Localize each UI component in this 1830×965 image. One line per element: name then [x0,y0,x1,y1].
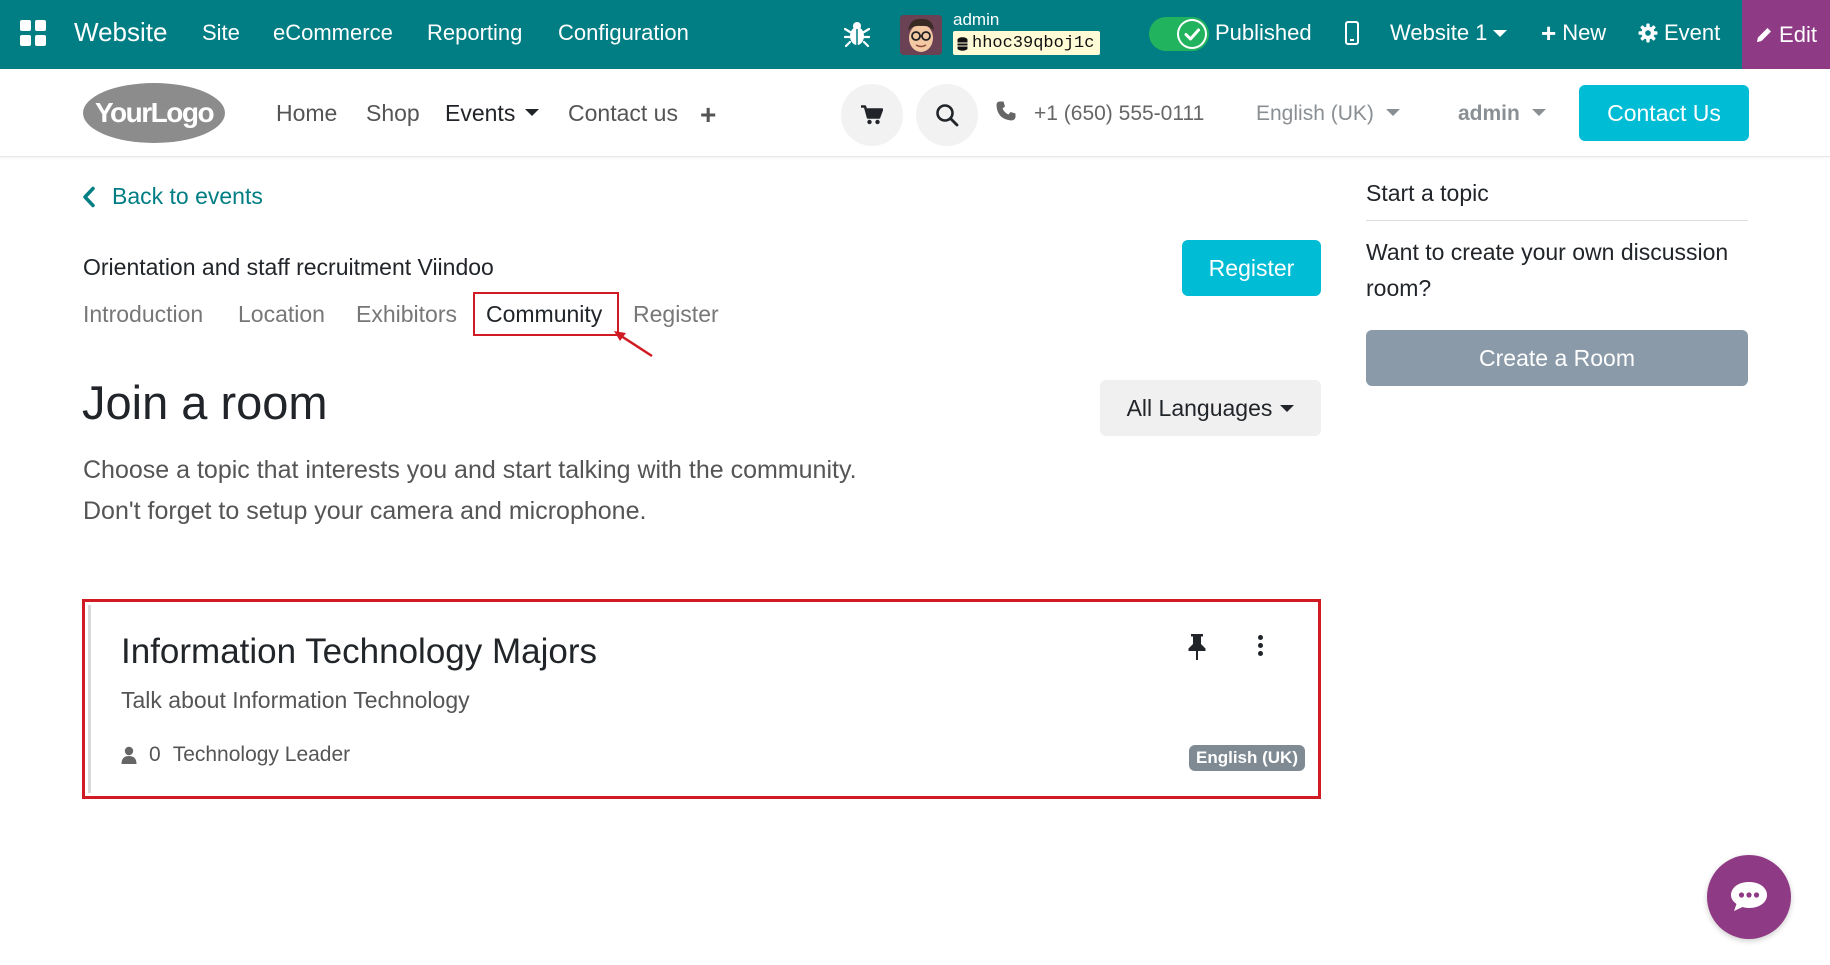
gear-icon [1638,23,1658,43]
description-line: Don't forget to setup your camera and mi… [83,497,647,525]
phone-number[interactable]: +1 (650) 555-0111 [1034,102,1204,126]
language-selector-label: English (UK) [1256,102,1374,125]
user-menu-label: admin [1458,102,1520,125]
database-name: hhoc39qboj1c [972,34,1095,53]
check-icon [1177,19,1207,49]
tab-location[interactable]: Location [238,301,325,328]
database-badge: hhoc39qboj1c [953,31,1101,55]
logo-text: YourLogo [95,97,215,128]
add-menu-icon[interactable]: + [700,99,716,131]
published-label[interactable]: Published [1215,20,1312,46]
menu-reporting[interactable]: Reporting [427,20,522,46]
tab-exhibitors[interactable]: Exhibitors [356,301,457,328]
menu-ecommerce[interactable]: eCommerce [273,20,393,46]
room-name[interactable]: Information Technology Majors [121,632,597,672]
tab-register[interactable]: Register [633,301,719,328]
chat-bubble-icon [1731,882,1767,911]
room-audience: Technology Leader [172,743,351,766]
apps-menu-icon[interactable] [20,20,46,46]
mobile-preview-icon[interactable] [1345,21,1359,45]
page-title: Join a room [82,376,328,429]
menu-site[interactable]: Site [202,20,240,46]
nav-home[interactable]: Home [276,100,337,127]
edit-label: Edit [1779,21,1817,47]
search-icon [936,104,959,127]
new-button[interactable]: + New [1541,20,1606,46]
pin-icon[interactable] [1186,633,1208,661]
room-language-badge: English (UK) [1189,745,1305,771]
tab-introduction[interactable]: Introduction [83,301,203,328]
nav-shop[interactable]: Shop [366,100,420,127]
admin-username[interactable]: admin [953,10,999,30]
user-menu[interactable]: admin [1458,102,1546,126]
sidebar-divider [1366,220,1748,221]
live-chat-button[interactable] [1707,855,1791,939]
company-logo[interactable]: YourLogo [82,82,226,144]
edit-button[interactable]: Edit [1742,0,1830,69]
search-button[interactable] [916,84,978,146]
description-line: Choose a topic that interests you and st… [83,456,857,484]
more-options-icon[interactable] [1256,635,1264,659]
user-icon [121,746,137,764]
chevron-left-icon [83,186,95,207]
pencil-icon [1757,27,1772,42]
room-subtitle: Talk about Information Technology [121,687,470,713]
nav-contact-us[interactable]: Contact us [568,100,678,127]
annotation-arrow-icon [614,331,653,358]
sidebar-text: Want to create your own discussion room? [1366,239,1729,301]
debug-bug-icon[interactable] [844,20,870,48]
sidebar-title: Start a topic [1366,180,1489,206]
nav-events[interactable]: Events [445,100,540,127]
website-selector-label: Website 1 [1390,20,1488,45]
page-description: Choose a topic that interests you and st… [83,450,1133,532]
language-filter-dropdown[interactable]: All Languages [1100,380,1321,436]
language-filter-label: All Languages [1126,394,1273,421]
cart-button[interactable] [841,84,903,146]
room-card[interactable]: Information Technology Majors Talk about… [82,599,1321,799]
site-header: YourLogo Home Shop Events Contact us + +… [0,69,1830,157]
contact-us-button[interactable]: Contact Us [1579,85,1749,141]
nav-events-label: Events [445,100,516,126]
user-avatar[interactable] [900,15,942,55]
admin-bar: Website Site eCommerce Reporting Configu… [0,0,1830,69]
community-tab-highlight [473,292,619,336]
caret-down-icon [1493,29,1508,37]
svg-text:YourLogo: YourLogo [95,97,215,128]
language-selector[interactable]: English (UK) [1256,102,1400,126]
phone-icon [996,101,1016,121]
new-label: New [1562,20,1607,45]
event-label: Event [1664,20,1721,45]
participant-count: 0 [149,743,161,766]
register-button[interactable]: Register [1182,240,1321,296]
back-to-events-label: Back to events [112,183,263,209]
caret-down-icon [525,109,540,117]
back-to-events-link[interactable]: Back to events [82,183,263,210]
menu-configuration[interactable]: Configuration [558,20,689,46]
room-meta: 0 Technology Leader [121,743,350,767]
room-card-body: Information Technology Majors Talk about… [88,605,1315,793]
caret-down-icon [1531,108,1546,116]
publish-toggle[interactable] [1149,17,1209,51]
caret-down-icon [1280,404,1295,412]
event-title: Orientation and staff recruitment Viindo… [83,254,494,280]
plus-icon: + [1541,18,1557,48]
create-room-button[interactable]: Create a Room [1366,330,1748,386]
database-icon [957,36,968,51]
event-settings-button[interactable]: Event [1638,20,1720,46]
caret-down-icon [1385,108,1400,116]
website-selector[interactable]: Website 1 [1390,20,1508,46]
admin-brand[interactable]: Website [74,17,167,48]
cart-icon [861,105,883,125]
